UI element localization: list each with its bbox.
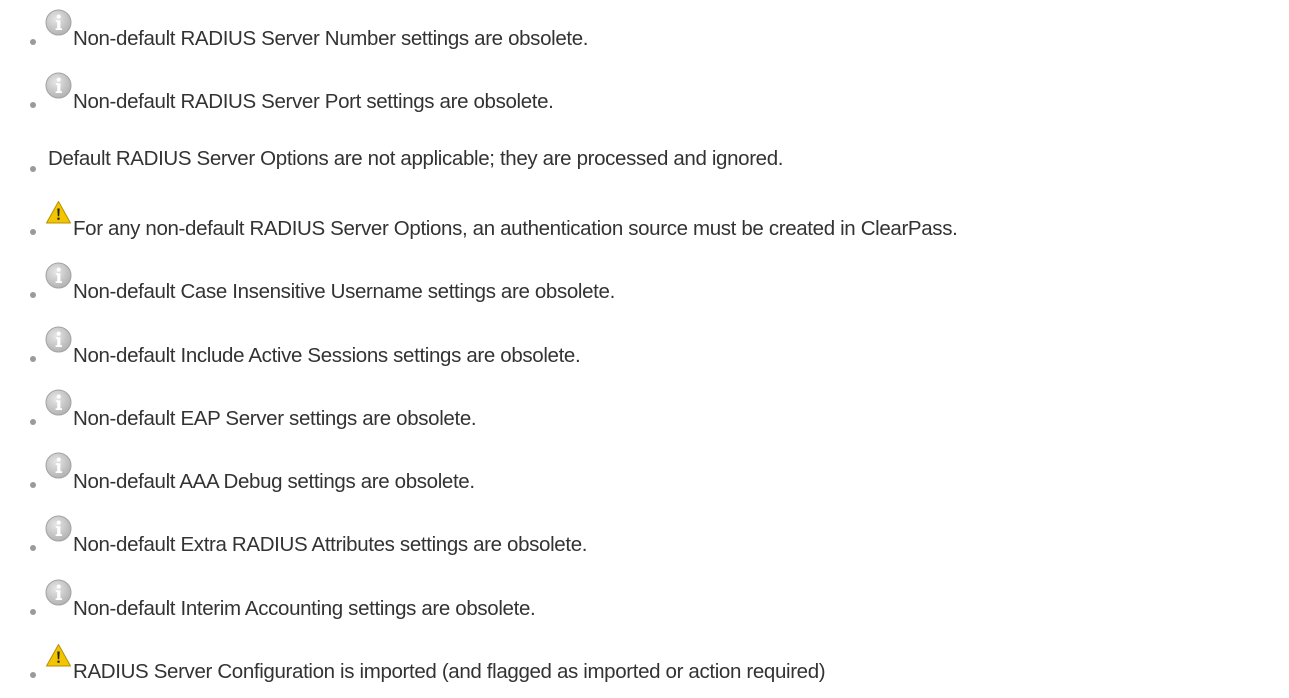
- list-item: Non-default AAA Debug settings are obsol…: [0, 452, 1289, 502]
- info-icon: [45, 389, 72, 416]
- info-icon: [45, 262, 72, 289]
- info-icon: [45, 515, 72, 542]
- list-item: Non-default Extra RADIUS Attributes sett…: [0, 515, 1289, 565]
- info-icon: [45, 579, 72, 606]
- list-item-text: RADIUS Server Configuration is imported …: [73, 660, 826, 683]
- list-item: Non-default EAP Server settings are obso…: [0, 389, 1289, 439]
- warning-icon: [45, 199, 72, 226]
- list-item-text: Non-default Extra RADIUS Attributes sett…: [73, 533, 588, 557]
- bullet: [30, 672, 36, 678]
- list-item-text: Non-default RADIUS Server Port settings …: [73, 90, 554, 114]
- bullet: [30, 102, 36, 109]
- list-item-text: Default RADIUS Server Options are not ap…: [48, 146, 784, 170]
- bullet: [30, 228, 36, 235]
- bullet: [30, 608, 36, 615]
- list-item-text: Non-default AAA Debug settings are obsol…: [73, 470, 475, 494]
- bullet: [30, 292, 36, 299]
- bullet: [30, 482, 36, 489]
- list-item-text: Non-default Interim Accounting settings …: [73, 596, 536, 620]
- list-item: Non-default Case Insensitive Username se…: [0, 262, 1289, 312]
- info-icon: [45, 326, 72, 353]
- list-item-text: Non-default Case Insensitive Username se…: [73, 280, 615, 304]
- list-item-text: For any non-default RADIUS Server Option…: [73, 216, 958, 240]
- info-icon: [45, 9, 72, 36]
- bullet: [30, 418, 36, 425]
- list-item-text: Non-default RADIUS Server Number setting…: [73, 27, 589, 50]
- bullet: [30, 355, 36, 362]
- list-item: Non-default Interim Accounting settings …: [0, 579, 1289, 629]
- info-icon: [45, 452, 72, 479]
- list-item-text: Non-default Include Active Sessions sett…: [73, 343, 581, 367]
- bullet: [30, 165, 36, 172]
- list-item: Non-default Include Active Sessions sett…: [0, 326, 1289, 376]
- info-icon: [45, 72, 72, 99]
- list-item: Non-default RADIUS Server Port settings …: [0, 72, 1289, 122]
- list-item: Default RADIUS Server Options are not ap…: [0, 136, 1289, 186]
- bullet: [30, 545, 36, 552]
- bullet: [30, 39, 36, 45]
- list-item-text: Non-default EAP Server settings are obso…: [73, 406, 477, 430]
- list-item: Non-default RADIUS Server Number setting…: [0, 9, 1289, 59]
- list-item: RADIUS Server Configuration is imported …: [0, 642, 1289, 692]
- warning-icon: [45, 642, 72, 669]
- list-item: For any non-default RADIUS Server Option…: [0, 199, 1289, 249]
